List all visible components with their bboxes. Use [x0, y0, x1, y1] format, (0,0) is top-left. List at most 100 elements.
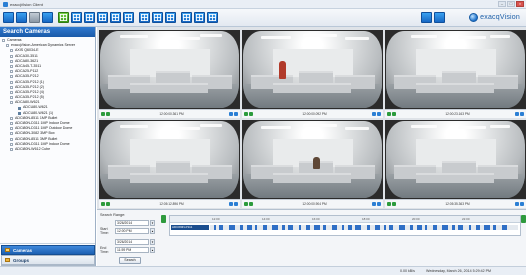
close-view-icon[interactable]: [520, 112, 524, 116]
recording-segment[interactable]: [410, 225, 413, 230]
camera-view[interactable]: 12:00:23.163 PM: [385, 30, 526, 118]
end-time-row: End Time: 11:59 PM ▴: [100, 246, 155, 254]
close-button[interactable]: ×: [516, 1, 524, 7]
layout-8x8-icon[interactable]: [194, 12, 205, 23]
settings-icon[interactable]: [434, 12, 445, 23]
recording-segment[interactable]: [306, 225, 310, 230]
recording-segment[interactable]: [332, 225, 337, 230]
recording-segment[interactable]: [263, 225, 267, 230]
recording-segment[interactable]: [375, 225, 380, 230]
recording-segment[interactable]: [502, 225, 507, 230]
close-view-icon[interactable]: [520, 202, 524, 206]
recording-segment[interactable]: [240, 225, 243, 230]
status-led-icon: [387, 202, 391, 206]
camera-view[interactable]: 12:00:00.904 PM: [242, 120, 383, 208]
layout-6x6-icon[interactable]: [165, 12, 176, 23]
time-spinner-icon[interactable]: ▴: [150, 246, 155, 253]
end-time-field[interactable]: 11:59 PM: [115, 246, 149, 253]
camera-view[interactable]: 12:00:00.361 PM: [99, 30, 240, 118]
recording-segment[interactable]: [417, 225, 422, 230]
layout-2x2-icon[interactable]: [58, 12, 69, 23]
camera-menu-icon[interactable]: [515, 112, 519, 116]
maximize-button[interactable]: □: [507, 1, 515, 7]
recording-segment[interactable]: [282, 225, 285, 230]
camera-menu-icon[interactable]: [372, 202, 376, 206]
recording-segment[interactable]: [214, 225, 216, 230]
status-led-icon: [101, 112, 105, 116]
end-date-field[interactable]: 3/26/2014: [115, 238, 149, 245]
close-view-icon[interactable]: [234, 112, 238, 116]
layout-4x4-icon[interactable]: [110, 12, 121, 23]
status-led-icon: [244, 112, 248, 116]
status-led-icon: [244, 202, 248, 206]
recording-segment[interactable]: [389, 225, 393, 230]
recording-segment[interactable]: [255, 225, 257, 230]
recording-segment[interactable]: [342, 225, 344, 230]
fullscreen-icon[interactable]: [421, 12, 432, 23]
recording-segment[interactable]: [247, 225, 252, 230]
camera-view[interactable]: 12:00:00.092 PM: [242, 30, 383, 118]
recording-segment[interactable]: [272, 225, 278, 230]
layout-1x1-icon[interactable]: [42, 12, 53, 23]
start-date-field[interactable]: 3/26/2014: [115, 219, 149, 226]
close-view-icon[interactable]: [234, 202, 238, 206]
recording-segment[interactable]: [493, 225, 496, 230]
layout-3x3-icon[interactable]: [84, 12, 95, 23]
layout-6x5-icon[interactable]: [152, 12, 163, 23]
recording-segment[interactable]: [355, 225, 361, 230]
recording-segment[interactable]: [323, 225, 326, 230]
calendar-icon[interactable]: ▾: [150, 238, 155, 245]
sidebar: Search Cameras Cameras exacqVision-Americ…: [0, 27, 96, 275]
recording-segment[interactable]: [458, 225, 463, 230]
minimize-button[interactable]: –: [498, 1, 506, 7]
recording-segment[interactable]: [399, 225, 405, 230]
camera-view[interactable]: 12:05:35.363 PM: [385, 120, 526, 208]
recording-segment[interactable]: [314, 225, 320, 230]
config-icon[interactable]: [29, 12, 40, 23]
camera-timestamp: 12:00:00.092 PM: [302, 112, 327, 116]
recording-segment[interactable]: [384, 225, 386, 230]
recording-segment[interactable]: [229, 225, 235, 230]
live-view-icon[interactable]: [3, 12, 14, 23]
recording-segment[interactable]: [367, 225, 370, 230]
camera-menu-icon[interactable]: [515, 202, 519, 206]
recording-segment[interactable]: [469, 225, 471, 230]
camera-menu-icon[interactable]: [372, 112, 376, 116]
layout-4x3-icon[interactable]: [97, 12, 108, 23]
camera-menu-icon[interactable]: [229, 112, 233, 116]
timeline-prev-icon[interactable]: [161, 215, 166, 223]
timeline-next-icon[interactable]: [521, 215, 526, 223]
search-button[interactable]: Search: [119, 257, 141, 264]
time-spinner-icon[interactable]: ▴: [150, 227, 155, 234]
recording-segment[interactable]: [299, 225, 301, 230]
layout-3x2-icon[interactable]: [71, 12, 82, 23]
camera-menu-icon[interactable]: [229, 202, 233, 206]
layout-5x5-icon[interactable]: [139, 12, 150, 23]
nav-groups[interactable]: Groups: [1, 255, 95, 265]
expander-icon: [10, 49, 13, 53]
recording-segment[interactable]: [484, 225, 490, 230]
layout-5x4-icon[interactable]: [123, 12, 134, 23]
layout-custom-icon[interactable]: [207, 12, 218, 23]
timeline[interactable]: 12:00 14:00 16:00 18:00 20:00 22:00 ADCI80N-P…: [169, 215, 521, 236]
nav-cameras[interactable]: Cameras: [1, 245, 95, 255]
start-time-field[interactable]: 12:00 PM: [115, 227, 149, 234]
timeline-track[interactable]: [210, 225, 518, 230]
layout-7x7-icon[interactable]: [181, 12, 192, 23]
recording-segment[interactable]: [219, 225, 223, 230]
calendar-icon[interactable]: ▾: [150, 219, 155, 226]
camera-view[interactable]: 12:05:12.896 PM: [99, 120, 240, 208]
close-view-icon[interactable]: [377, 112, 381, 116]
recording-segment[interactable]: [442, 225, 448, 230]
expander-icon: [10, 90, 13, 94]
status-led-icon: [106, 112, 110, 116]
recording-segment[interactable]: [348, 225, 352, 230]
recording-segment[interactable]: [476, 225, 480, 230]
recording-segment[interactable]: [452, 225, 455, 230]
recording-segment[interactable]: [433, 225, 437, 230]
recording-segment[interactable]: [288, 225, 293, 230]
close-view-icon[interactable]: [377, 202, 381, 206]
tree-item[interactable]: ADCi80N-W612 Cube: [2, 147, 94, 152]
recording-segment[interactable]: [425, 225, 427, 230]
search-icon[interactable]: [16, 12, 27, 23]
